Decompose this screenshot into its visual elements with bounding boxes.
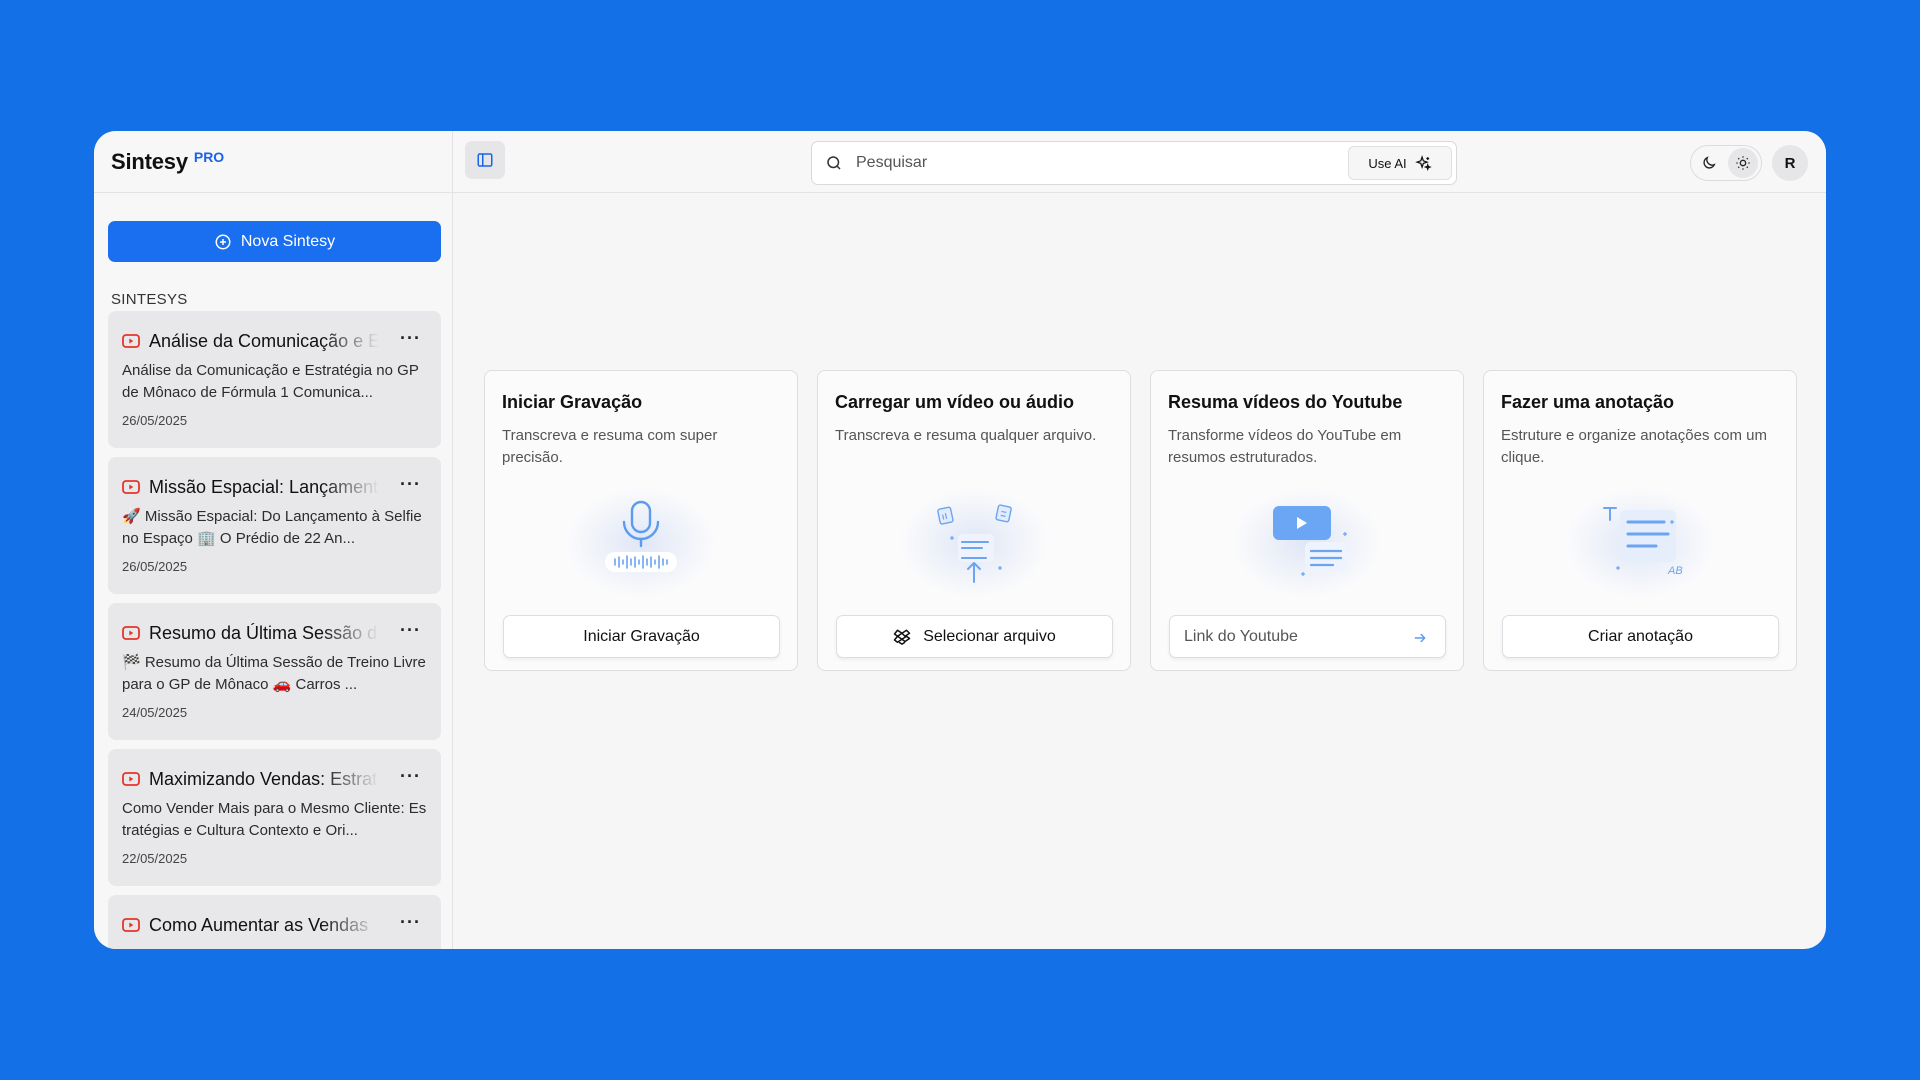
more-options-icon[interactable]: ··· xyxy=(400,475,421,493)
youtube-play-icon xyxy=(1273,506,1347,576)
more-options-icon[interactable]: ··· xyxy=(400,329,421,347)
search-icon xyxy=(827,156,841,170)
feature-description: Transforme vídeos do YouTube em resumos … xyxy=(1168,427,1402,466)
feature-description: Estruture e organize anotações com um cl… xyxy=(1501,427,1767,466)
new-sintesy-label: Nova Sintesy xyxy=(240,232,336,250)
feature-title: Iniciar Gravação xyxy=(502,392,643,412)
item-date: 24/05/2025 xyxy=(122,705,188,720)
feature-title: Fazer uma anotação xyxy=(1501,392,1675,412)
sidebar: Sintesy PRO Nova Sintesy SINTESYS Anális… xyxy=(94,131,453,949)
theme-switcher xyxy=(1690,145,1762,181)
list-item[interactable]: Como Aumentar as Vendas ··· xyxy=(108,895,441,949)
brand: Sintesy PRO xyxy=(94,131,452,193)
feature-title: Resuma vídeos do Youtube xyxy=(1168,392,1403,412)
sidebar-toggle-button[interactable] xyxy=(465,141,505,179)
use-ai-label: Use AI xyxy=(1368,155,1407,171)
start-recording-button[interactable]: Iniciar Gravação xyxy=(503,615,780,658)
plus-circle-icon xyxy=(215,234,231,249)
youtube-icon xyxy=(122,334,140,348)
youtube-link-input[interactable] xyxy=(1184,627,1404,646)
note-icon: AB xyxy=(1603,507,1683,577)
select-file-label: Selecionar arquivo xyxy=(923,627,1056,645)
item-preview xyxy=(122,944,427,949)
feature-cards: Iniciar Gravação Transcreva e resuma com… xyxy=(484,370,1797,671)
use-ai-button[interactable]: Use AI xyxy=(1348,146,1452,180)
sun-icon xyxy=(1736,156,1750,170)
list-item[interactable]: Maximizando Vendas: Estratégias ··· Como… xyxy=(108,749,441,886)
item-date: 26/05/2025 xyxy=(122,413,188,428)
item-title: Maximizando Vendas: Estratégias xyxy=(149,768,379,789)
item-title: Como Aumentar as Vendas xyxy=(149,914,369,935)
list-item[interactable]: Análise da Comunicação e Estratégia ··· … xyxy=(108,311,441,448)
item-preview: Como Vender Mais para o Mesmo Cliente: E… xyxy=(122,800,427,839)
more-options-icon[interactable]: ··· xyxy=(400,767,421,785)
youtube-icon xyxy=(122,626,140,640)
microphone-illustration xyxy=(485,488,797,598)
svg-text:AB: AB xyxy=(1667,565,1683,577)
search-bar: Use AI xyxy=(811,141,1457,185)
item-title: Missão Espacial: Lançamento xyxy=(149,476,379,497)
youtube-illustration xyxy=(1151,488,1463,598)
more-options-icon[interactable]: ··· xyxy=(400,621,421,639)
item-date: 26/05/2025 xyxy=(122,559,188,574)
dropbox-icon xyxy=(893,629,911,645)
arrow-right-icon[interactable] xyxy=(1413,631,1427,645)
youtube-link-field xyxy=(1169,615,1446,658)
app-window: Sintesy PRO Nova Sintesy SINTESYS Anális… xyxy=(94,131,1826,949)
avatar[interactable]: R xyxy=(1772,145,1808,181)
light-mode-button[interactable] xyxy=(1728,148,1758,178)
top-bar: Use AI R xyxy=(453,131,1826,193)
list-item[interactable]: Resumo da Última Sessão de ··· 🏁 Resumo … xyxy=(108,603,441,740)
pro-badge: PRO xyxy=(193,148,225,165)
section-label: SINTESYS xyxy=(111,291,188,308)
feature-title: Carregar um vídeo ou áudio xyxy=(835,392,1075,412)
feature-description: Transcreva e resuma qualquer arquivo. xyxy=(835,427,1097,444)
search-input[interactable] xyxy=(856,154,1326,172)
item-preview: Análise da Comunicação e Estratégia no G… xyxy=(122,362,419,401)
item-date: 22/05/2025 xyxy=(122,851,188,866)
select-file-button[interactable]: Selecionar arquivo xyxy=(836,615,1113,658)
moon-icon xyxy=(1703,156,1716,169)
feature-card-youtube: Resuma vídeos do Youtube Transforme víde… xyxy=(1150,370,1464,671)
note-illustration: AB xyxy=(1484,488,1796,598)
create-note-button[interactable]: Criar anotação xyxy=(1502,615,1779,658)
feature-description: Transcreva e resuma com super precisão. xyxy=(502,427,718,466)
more-options-icon[interactable]: ··· xyxy=(400,913,421,931)
panel-left-icon xyxy=(477,153,493,167)
sintesy-list: Análise da Comunicação e Estratégia ··· … xyxy=(108,311,441,949)
file-upload-icon xyxy=(937,504,1012,583)
youtube-icon xyxy=(122,918,140,932)
feature-card-recording: Iniciar Gravação Transcreva e resuma com… xyxy=(484,370,798,671)
item-preview: 🏁 Resumo da Última Sessão de Treino Livr… xyxy=(122,654,426,693)
dark-mode-button[interactable] xyxy=(1694,148,1724,178)
feature-card-note: Fazer uma anotação Estruture e organize … xyxy=(1483,370,1797,671)
upload-illustration xyxy=(818,488,1130,598)
list-item[interactable]: Missão Espacial: Lançamento ··· 🚀 Missão… xyxy=(108,457,441,594)
item-title: Resumo da Última Sessão de xyxy=(149,622,379,643)
brand-name: Sintesy xyxy=(111,148,188,174)
item-preview: 🚀 Missão Espacial: Do Lançamento à Selfi… xyxy=(122,508,422,547)
feature-card-upload: Carregar um vídeo ou áudio Transcreva e … xyxy=(817,370,1131,671)
new-sintesy-button[interactable]: Nova Sintesy xyxy=(108,221,441,262)
sparkles-icon xyxy=(1414,154,1432,171)
microphone-icon xyxy=(605,500,677,572)
youtube-icon xyxy=(122,772,140,786)
youtube-icon xyxy=(122,480,140,494)
main-area: Use AI R Iniciar Gravação Transcreva e r… xyxy=(453,131,1826,949)
item-title: Análise da Comunicação e Estratégia xyxy=(149,330,379,351)
